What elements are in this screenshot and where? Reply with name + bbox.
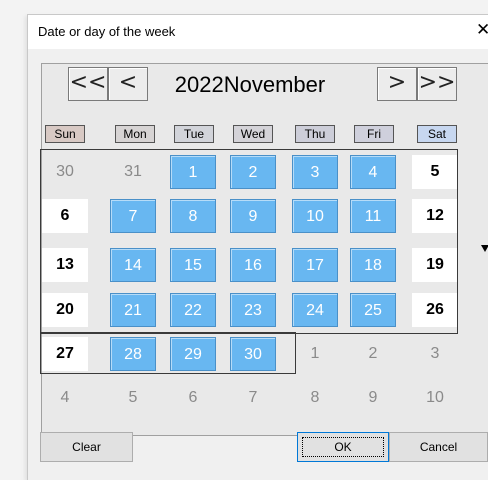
- day-cell[interactable]: 12: [412, 199, 458, 233]
- day-cell-adjacent-month[interactable]: 9: [350, 381, 396, 415]
- window-title: Date or day of the week: [38, 24, 176, 39]
- ok-button[interactable]: OK: [297, 432, 389, 462]
- day-cell-adjacent-month[interactable]: 1: [292, 337, 338, 371]
- cancel-button[interactable]: Cancel: [389, 432, 488, 462]
- day-cell[interactable]: 6: [42, 199, 88, 233]
- day-cell[interactable]: 4: [350, 155, 396, 189]
- previous-year-button[interactable]: <<: [68, 67, 108, 101]
- day-cell[interactable]: 26: [412, 293, 458, 327]
- previous-month-button[interactable]: <: [108, 67, 148, 101]
- day-cell[interactable]: 30: [230, 337, 276, 371]
- next-year-button[interactable]: >>: [417, 67, 457, 101]
- close-icon[interactable]: ✕: [476, 20, 488, 40]
- day-cell[interactable]: 28: [110, 337, 156, 371]
- mouse-cursor-icon: [481, 245, 488, 252]
- day-cell[interactable]: 14: [110, 248, 156, 282]
- day-cell[interactable]: 24: [292, 293, 338, 327]
- day-cell[interactable]: 7: [110, 199, 156, 233]
- day-cell[interactable]: 5: [412, 155, 458, 189]
- day-cell[interactable]: 20: [42, 293, 88, 327]
- day-cell[interactable]: 18: [350, 248, 396, 282]
- weekday-header-thu: Thu: [295, 125, 335, 143]
- day-cell[interactable]: 10: [292, 199, 338, 233]
- day-cell-adjacent-month[interactable]: 10: [412, 381, 458, 415]
- day-cell[interactable]: 29: [170, 337, 216, 371]
- day-cell[interactable]: 3: [292, 155, 338, 189]
- day-cell[interactable]: 13: [42, 248, 88, 282]
- focus-rectangle: [302, 437, 384, 457]
- day-cell[interactable]: 16: [230, 248, 276, 282]
- day-cell[interactable]: 25: [350, 293, 396, 327]
- weekday-header-fri: Fri: [354, 125, 394, 143]
- day-cell[interactable]: 21: [110, 293, 156, 327]
- day-cell-adjacent-month[interactable]: 3: [412, 337, 458, 371]
- day-cell[interactable]: 9: [230, 199, 276, 233]
- day-cell[interactable]: 1: [170, 155, 216, 189]
- day-cell[interactable]: 8: [170, 199, 216, 233]
- day-cell-adjacent-month[interactable]: 30: [42, 155, 88, 189]
- day-cell[interactable]: 22: [170, 293, 216, 327]
- day-cell-adjacent-month[interactable]: 31: [110, 155, 156, 189]
- weekday-header-mon: Mon: [115, 125, 155, 143]
- weekday-header-sun: Sun: [45, 125, 85, 143]
- day-cell-adjacent-month[interactable]: 8: [292, 381, 338, 415]
- month-year-label: 2022November: [174, 72, 326, 97]
- weekday-header-wed: Wed: [233, 125, 273, 143]
- day-cell[interactable]: 11: [350, 199, 396, 233]
- day-cell-adjacent-month[interactable]: 5: [110, 381, 156, 415]
- day-cell-adjacent-month[interactable]: 7: [230, 381, 276, 415]
- day-cell[interactable]: 17: [292, 248, 338, 282]
- day-cell[interactable]: 2: [230, 155, 276, 189]
- day-cell-adjacent-month[interactable]: 4: [42, 381, 88, 415]
- day-cell[interactable]: 27: [42, 337, 88, 371]
- day-cell[interactable]: 23: [230, 293, 276, 327]
- day-cell[interactable]: 15: [170, 248, 216, 282]
- day-cell-adjacent-month[interactable]: 6: [170, 381, 216, 415]
- day-cell[interactable]: 19: [412, 248, 458, 282]
- day-cell-adjacent-month[interactable]: 2: [350, 337, 396, 371]
- weekday-header-tue: Tue: [174, 125, 214, 143]
- title-bar: Date or day of the week ✕: [28, 15, 488, 49]
- weekday-header-sat: Sat: [417, 125, 457, 143]
- clear-button[interactable]: Clear: [40, 432, 133, 462]
- next-month-button[interactable]: >: [377, 67, 417, 101]
